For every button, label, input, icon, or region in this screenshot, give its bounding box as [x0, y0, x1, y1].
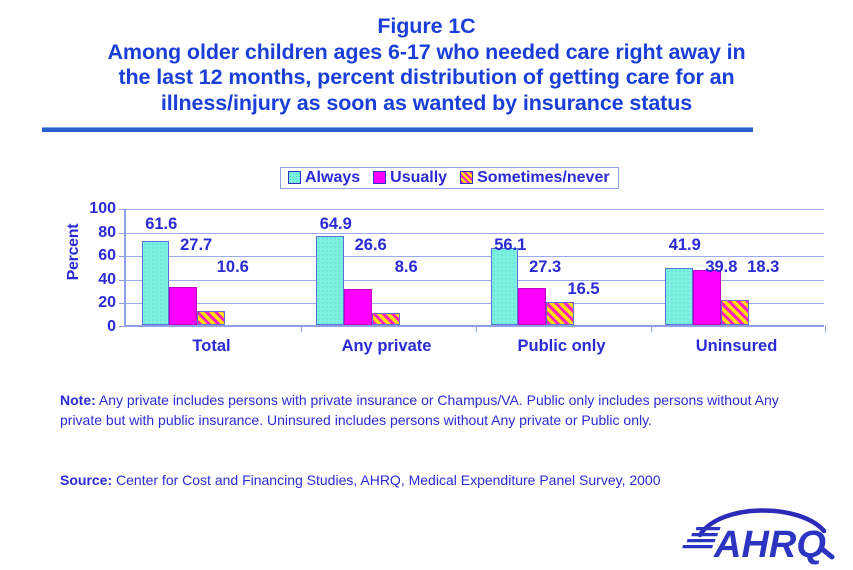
value-public-only-usually: 27.3 [529, 258, 562, 276]
chart-legend: Always Usually Sometimes/never [280, 167, 619, 189]
always-swatch-icon [288, 171, 301, 184]
x-tick-4 [825, 325, 826, 332]
bars-public-only [475, 209, 650, 325]
bar-total-always[interactable] [141, 240, 170, 325]
value-uninsured-always: 41.9 [668, 236, 701, 254]
value-total-always: 61.6 [145, 215, 178, 233]
x-label-any-private: Any private [341, 337, 432, 355]
sometimes-never-swatch-icon [460, 171, 474, 184]
legend-label-sometimes-never: Sometimes/never [477, 168, 610, 186]
source-prefix: Source: [60, 472, 113, 488]
value-any-private-some: 8.6 [394, 258, 418, 276]
y-tick-100: 100 [89, 200, 116, 217]
title-line-1: Figure 1C [377, 14, 476, 38]
note-prefix: Note: [60, 392, 96, 408]
plot-area: 61.6 27.7 10.6 64.9 26.6 8.6 56.1 27.3 1… [119, 209, 826, 332]
bar-group-uninsured: 41.9 39.8 18.3 [650, 209, 825, 325]
title-divider [42, 127, 753, 132]
bar-chart: Percent 100 80 60 40 20 0 61.6 27.7 10.6… [44, 201, 834, 355]
x-label-uninsured: Uninsured [695, 337, 778, 355]
axis-tick-80 [119, 232, 126, 234]
value-uninsured-usually: 39.8 [705, 258, 738, 276]
bar-uninsured-usually[interactable] [692, 270, 721, 325]
axis-tick-100 [119, 209, 126, 210]
legend-label-usually: Usually [390, 168, 448, 186]
bar-any-private-always[interactable] [316, 236, 344, 325]
bar-uninsured-some[interactable] [720, 299, 749, 325]
bar-groups: 61.6 27.7 10.6 64.9 26.6 8.6 56.1 27.3 1… [126, 209, 824, 325]
legend-label-always: Always [305, 168, 361, 186]
value-public-only-always: 56.1 [494, 236, 527, 254]
value-public-only-some: 16.5 [567, 280, 600, 298]
figure-source: Source: Center for Cost and Financing St… [60, 470, 820, 490]
y-axis-ticks: 100 80 60 40 20 0 [66, 201, 116, 335]
bar-uninsured-always[interactable] [665, 267, 693, 325]
bar-group-any-private: 64.9 26.6 8.6 [301, 209, 476, 325]
bar-any-private-some[interactable] [371, 313, 400, 325]
title-line-3: the last 12 months, percent distribution… [118, 65, 735, 89]
y-tick-60: 60 [98, 247, 116, 265]
y-tick-20: 20 [98, 294, 116, 312]
axis-tick-60 [119, 256, 126, 258]
usually-swatch-icon [373, 171, 387, 184]
y-tick-80: 80 [98, 223, 116, 241]
figure-note: Note: Any private includes persons with … [60, 390, 787, 430]
x-tick-3 [651, 325, 652, 332]
ahrq-logo-icon: AHRQ [682, 508, 835, 566]
x-tick-2 [476, 325, 477, 332]
bar-public-only-usually[interactable] [518, 287, 547, 325]
figure-page: Figure 1C Among older children ages 6-17… [0, 0, 853, 569]
ahrq-logo: AHRQ [672, 505, 842, 566]
axis-tick-40 [119, 279, 126, 281]
source-text: Center for Cost and Financing Studies, A… [112, 472, 661, 488]
x-tick-1 [301, 325, 302, 332]
bar-total-some[interactable] [197, 310, 226, 325]
bar-any-private-usually[interactable] [343, 288, 372, 325]
bar-total-usually[interactable] [169, 287, 198, 325]
y-tick-40: 40 [98, 270, 116, 288]
axis-tick-20 [119, 303, 126, 305]
title-line-2: Among older children ages 6-17 who neede… [107, 39, 746, 64]
axis-tick-0 [119, 326, 126, 327]
title-line-4: illness/injury as soon as wanted by insu… [160, 90, 693, 115]
value-total-some: 10.6 [216, 258, 249, 276]
bar-public-only-always[interactable] [490, 248, 519, 325]
value-any-private-usually: 26.6 [354, 236, 387, 254]
value-total-usually: 27.7 [180, 236, 213, 254]
value-uninsured-some: 18.3 [747, 258, 780, 276]
ahrq-logo-text: AHRQ [713, 524, 826, 565]
page-title: Figure 1C Among older children ages 6-17… [0, 14, 853, 116]
x-label-total: Total [192, 337, 231, 355]
legend-item-sometimes-never: Sometimes/never [460, 169, 610, 187]
value-any-private-always: 64.9 [319, 215, 352, 233]
legend-item-usually: Usually [373, 169, 447, 187]
x-label-public-only: Public only [517, 337, 606, 355]
x-axis-labels: Total Any private Public only Uninsured [124, 337, 824, 356]
bar-group-public-only: 56.1 27.3 16.5 [475, 209, 650, 325]
y-tick-0: 0 [107, 318, 116, 335]
bar-group-total: 61.6 27.7 10.6 [126, 209, 301, 325]
bar-public-only-some[interactable] [546, 302, 575, 325]
note-text: Any private includes persons with privat… [60, 392, 779, 428]
legend-item-always: Always [288, 169, 360, 187]
